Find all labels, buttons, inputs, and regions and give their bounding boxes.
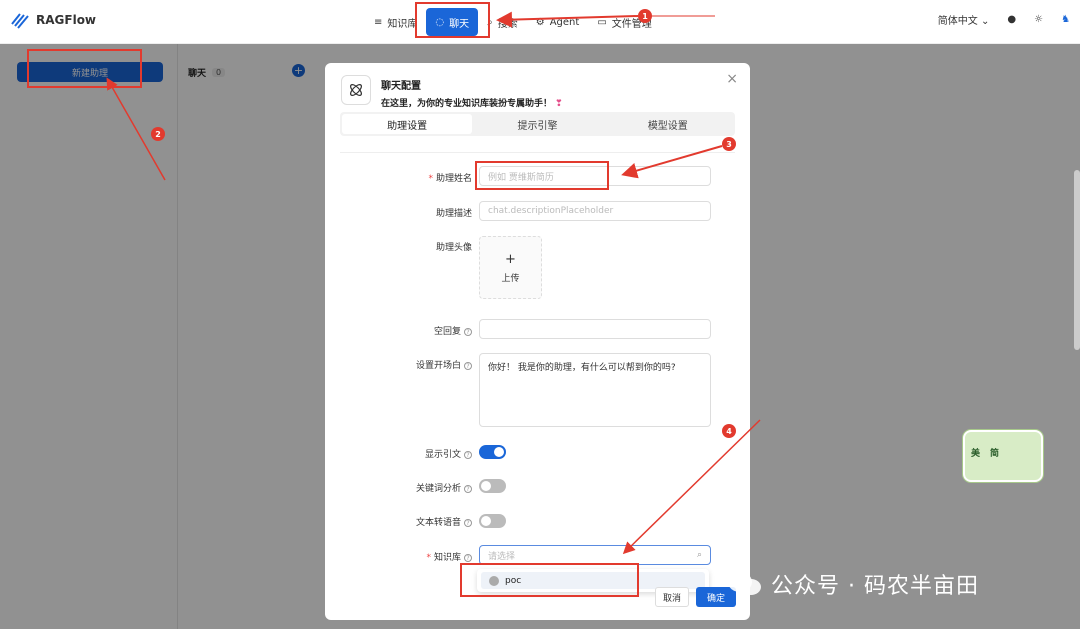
show-quote-label: 显示引文? bbox=[332, 447, 472, 460]
assistant-description-input[interactable]: chat.descriptionPlaceholder bbox=[479, 201, 711, 221]
annotation-box-chat-tab bbox=[415, 2, 490, 38]
main-nav: ≡ 知识库 ◌ 聊天 ⌕ 搜索 ⚙ Agent ▭ 文件管理 bbox=[365, 8, 661, 36]
atom-icon bbox=[341, 75, 371, 105]
empty-reply-label: 空回复? bbox=[332, 324, 472, 337]
database-icon: ≡ bbox=[374, 16, 383, 28]
help-icon[interactable]: ? bbox=[464, 327, 472, 336]
tts-toggle[interactable] bbox=[479, 514, 506, 528]
annotation-marker-4: 4 bbox=[722, 424, 736, 438]
help-icon[interactable]: ? bbox=[464, 553, 472, 562]
tts-label: 文本转语音? bbox=[332, 515, 472, 528]
modal-header: 聊天配置 在这里，为你的专业知识库装扮专属助手！ ❣ bbox=[341, 75, 563, 109]
heart-icon: ❣ bbox=[555, 99, 563, 109]
nav-label: 知识库 bbox=[387, 18, 418, 30]
avatar-label: 助理头像 bbox=[435, 243, 472, 253]
ragflow-logo-icon bbox=[11, 13, 29, 29]
empty-reply-input[interactable] bbox=[479, 319, 711, 339]
agent-icon: ⚙ bbox=[535, 16, 545, 28]
annotation-marker-3: 3 bbox=[722, 137, 736, 151]
keyword-label: 关键词分析? bbox=[332, 481, 472, 494]
divider bbox=[340, 152, 735, 153]
theme-sun-icon[interactable]: ☼ bbox=[1034, 14, 1043, 25]
close-icon[interactable]: × bbox=[726, 71, 738, 87]
keyword-analysis-toggle[interactable] bbox=[479, 479, 506, 493]
app-logo[interactable]: RAGFlow bbox=[10, 10, 96, 30]
chat-config-modal: 聊天配置 在这里，为你的专业知识库装扮专属助手！ ❣ × 助理设置 提示引擎 模… bbox=[325, 63, 750, 620]
help-icon[interactable]: ? bbox=[464, 361, 472, 370]
file-icon: ▭ bbox=[597, 16, 607, 28]
plus-icon: + bbox=[505, 251, 516, 267]
app-name: RAGFlow bbox=[36, 13, 97, 27]
name-label: * 助理姓名 bbox=[428, 174, 472, 184]
user-avatar[interactable]: ♞ bbox=[1061, 14, 1070, 25]
decorative-sticker: 美 简 bbox=[963, 430, 1043, 482]
knowledge-base-select[interactable]: 请选择 ⌕ bbox=[479, 545, 711, 565]
wechat-watermark: 公众号 · 码农半亩田 bbox=[725, 568, 979, 600]
help-icon[interactable]: ? bbox=[464, 484, 472, 493]
nav-agent[interactable]: ⚙ Agent bbox=[527, 8, 589, 36]
tab-prompt-engine[interactable]: 提示引擎 bbox=[472, 114, 602, 134]
top-nav-bar: RAGFlow ≡ 知识库 ◌ 聊天 ⌕ 搜索 ⚙ Agent ▭ 文件管理 简… bbox=[0, 0, 1080, 44]
wechat-icon bbox=[728, 572, 761, 595]
kb-placeholder: 请选择 bbox=[488, 551, 516, 562]
annotation-box-kb-option bbox=[460, 563, 639, 597]
top-right-controls: 简体中文 ⌄ ● ☼ ♞ bbox=[938, 12, 1070, 27]
sticker-right-char: 简 bbox=[990, 449, 1000, 459]
tab-assistant-settings[interactable]: 助理设置 bbox=[342, 114, 473, 134]
modal-title: 聊天配置 bbox=[381, 81, 421, 92]
language-select[interactable]: 简体中文 ⌄ bbox=[938, 12, 990, 27]
avatar-upload-button[interactable]: + 上传 bbox=[479, 236, 542, 299]
cancel-button[interactable]: 取消 bbox=[655, 587, 689, 607]
nav-label: Agent bbox=[549, 16, 580, 28]
opener-label: 设置开场白? bbox=[332, 358, 472, 371]
tab-model-settings[interactable]: 模型设置 bbox=[603, 114, 733, 134]
help-icon[interactable]: ? bbox=[464, 518, 472, 527]
upload-label: 上传 bbox=[501, 273, 520, 284]
page-scrollbar[interactable] bbox=[1074, 170, 1080, 350]
sticker-left-char: 美 bbox=[971, 449, 981, 459]
modal-subtitle: 在这里，为你的专业知识库装扮专属助手！ ❣ bbox=[381, 99, 563, 109]
search-icon: ⌕ bbox=[696, 550, 702, 560]
chevron-down-icon: ⌄ bbox=[980, 16, 990, 27]
github-icon[interactable]: ● bbox=[1007, 14, 1016, 25]
nav-label: 搜索 bbox=[497, 18, 518, 30]
watermark-text: 公众号 · 码农半亩田 bbox=[771, 574, 979, 599]
opener-textarea[interactable]: 你好！ 我是你的助理，有什么可以帮到你的吗? bbox=[479, 353, 711, 427]
help-icon[interactable]: ? bbox=[464, 450, 472, 459]
annotation-box-new-assistant bbox=[27, 49, 142, 88]
config-tabs: 助理设置 提示引擎 模型设置 bbox=[340, 112, 735, 136]
annotation-marker-2: 2 bbox=[151, 127, 165, 141]
desc-label: 助理描述 bbox=[435, 209, 472, 219]
kb-label: * 知识库? bbox=[332, 550, 472, 563]
annotation-marker-1: 1 bbox=[638, 9, 652, 23]
annotation-box-name-input bbox=[475, 161, 609, 190]
show-quote-toggle[interactable] bbox=[479, 445, 506, 459]
